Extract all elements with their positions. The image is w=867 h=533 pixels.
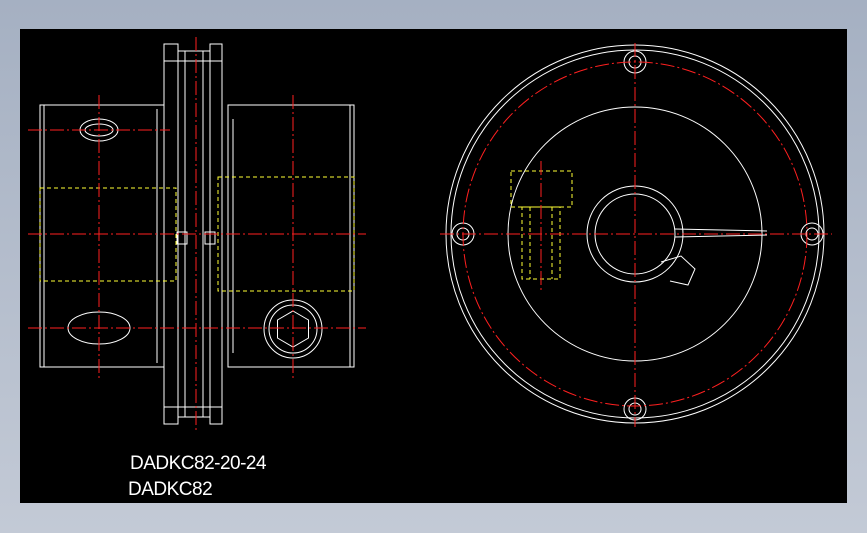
side-view <box>39 43 355 425</box>
clamp-slot-top <box>674 228 768 232</box>
cad-drawing <box>28 37 832 431</box>
front-view-centerlines <box>440 43 832 427</box>
right-hub <box>227 104 355 368</box>
model-label: DADKC82 <box>128 479 213 500</box>
clamp-slot-bottom <box>674 234 768 238</box>
drawing-canvas: DADKC82-20-24 DADKC82 <box>20 29 847 503</box>
side-view-hidden-lines <box>39 176 355 292</box>
part-number-label: DADKC82-20-24 <box>130 453 267 474</box>
side-view-centerlines <box>28 37 366 431</box>
